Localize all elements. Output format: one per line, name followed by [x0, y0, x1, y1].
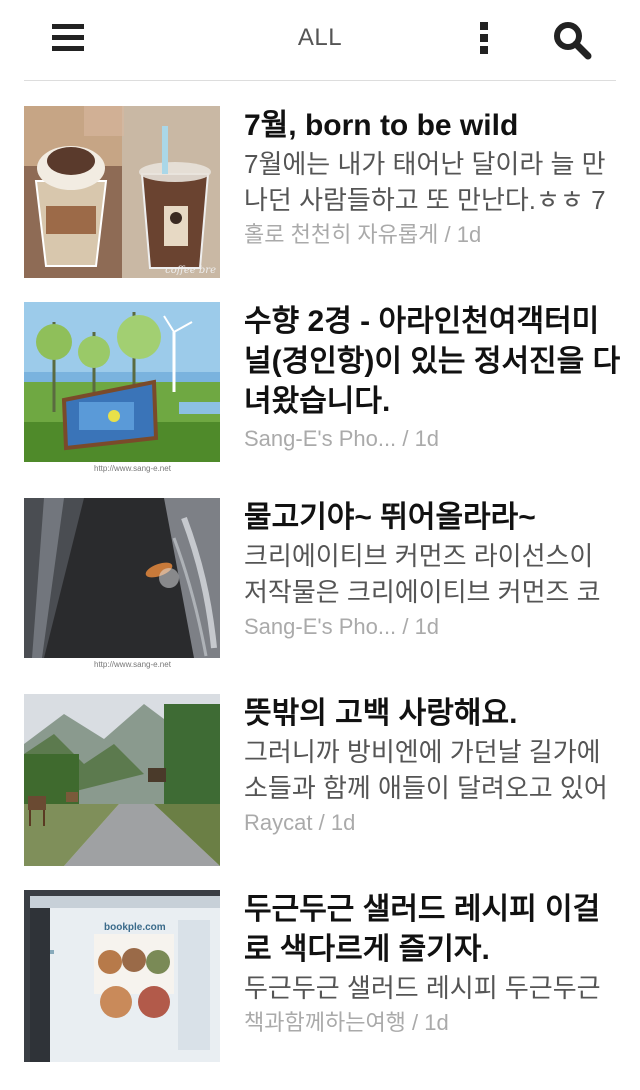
- page-title[interactable]: ALL: [260, 24, 380, 52]
- meta-separator: /: [444, 222, 451, 247]
- article-headline[interactable]: 뜻밖의 고백 사랑해요.: [244, 694, 624, 734]
- article-thumbnail[interactable]: http://www.sang-e.net: [24, 498, 220, 670]
- article-thumbnail[interactable]: [24, 694, 220, 866]
- article-age: 1d: [424, 1010, 449, 1035]
- article-text[interactable]: 7월, born to be wild 7월에는 내가 태어난 달이라 늘 만나…: [244, 106, 624, 250]
- article-source: 홀로 천천히 자유롭게: [244, 222, 439, 247]
- meta-separator: /: [318, 810, 325, 835]
- article-headline[interactable]: 물고기야~ 뛰어올라라~: [244, 498, 624, 538]
- feed-item[interactable]: coffee bre 7월, born to be wild 7월에는 내가 태…: [0, 82, 640, 278]
- article-meta: 홀로 천천히 자유롭게 / 1d: [244, 220, 624, 250]
- article-headline[interactable]: 두근두근 샐러드 레시피 이걸로 색다르게 즐기자.: [244, 890, 624, 970]
- feed-item[interactable]: http://www.sang-e.net 수향 2경 - 아라인천여객터미널(…: [0, 278, 640, 474]
- meta-separator: /: [402, 426, 409, 451]
- thumbnail-caption: http://www.sang-e.net: [94, 660, 171, 669]
- article-snippet: 7월에는 내가 태어난 달이라 늘 만나던 사람들하고 또 만난다.ㅎㅎ 7: [244, 149, 606, 215]
- article-source: Sang-E's Pho...: [244, 426, 397, 451]
- top-bar: ALL: [0, 0, 640, 80]
- article-headline[interactable]: 7월, born to be wild: [244, 106, 624, 146]
- article-meta: Sang-E's Pho... / 1d: [244, 424, 624, 454]
- article-text[interactable]: 뜻밖의 고백 사랑해요. 그러니까 방비엔에 가던날 길가에 소들과 함께 애들…: [244, 694, 624, 838]
- article-age: 1d: [414, 614, 440, 639]
- article-text[interactable]: 수향 2경 - 아라인천여객터미널(경인항)이 있는 정서진을 다녀왔습니다. …: [244, 302, 624, 454]
- feed-item[interactable]: http://www.sang-e.net 물고기야~ 뛰어올라라~ 크리에이티…: [0, 474, 640, 670]
- article-thumbnail[interactable]: coffee bre: [24, 106, 220, 278]
- header-divider: [24, 80, 616, 81]
- thumbnail-caption: http://www.sang-e.net: [94, 464, 171, 473]
- article-age: 1d: [330, 810, 356, 835]
- article-snippet: 크리에이티브 커먼즈 라이선스이 저작물은 크리에이티브 커먼즈 코: [244, 541, 601, 607]
- hamburger-menu-icon[interactable]: [52, 22, 84, 54]
- feed-item[interactable]: 뜻밖의 고백 사랑해요. 그러니까 방비엔에 가던날 길가에 소들과 함께 애들…: [0, 670, 640, 866]
- article-thumbnail[interactable]: http://www.sang-e.net: [24, 302, 220, 474]
- thumbnail-caption: coffee bre: [165, 265, 216, 276]
- meta-separator: /: [402, 614, 409, 639]
- article-snippet: 두근두근 샐러드 레시피 두근두근: [244, 973, 601, 1003]
- article-thumbnail[interactable]: bookple.com: [24, 890, 220, 1062]
- thumbnail-caption: bookple.com: [104, 922, 166, 933]
- article-meta: Sang-E's Pho... / 1d: [244, 612, 624, 642]
- article-source: 책과함께하는여행: [244, 1010, 406, 1035]
- feed-item[interactable]: bookple.com 두근두근 샐러드 레시피 이걸로 색다르게 즐기자. 두…: [0, 866, 640, 1062]
- article-headline[interactable]: 수향 2경 - 아라인천여객터미널(경인항)이 있는 정서진을 다녀왔습니다.: [244, 302, 624, 422]
- article-meta: Raycat / 1d: [244, 808, 624, 838]
- article-age: 1d: [414, 426, 440, 451]
- article-source: Sang-E's Pho...: [244, 614, 397, 639]
- article-source: Raycat: [244, 810, 313, 835]
- article-snippet: 그러니까 방비엔에 가던날 길가에 소들과 함께 애들이 달려오고 있어: [244, 737, 608, 803]
- meta-separator: /: [412, 1010, 419, 1035]
- vertical-dots-icon[interactable]: [478, 20, 490, 56]
- article-text[interactable]: 물고기야~ 뛰어올라라~ 크리에이티브 커먼즈 라이선스이 저작물은 크리에이티…: [244, 498, 624, 642]
- article-text[interactable]: 두근두근 샐러드 레시피 이걸로 색다르게 즐기자. 두근두근 샐러드 레시피 …: [244, 890, 624, 1038]
- article-meta: 책과함께하는여행 / 1d: [244, 1008, 624, 1038]
- search-icon[interactable]: [552, 20, 592, 60]
- article-age: 1d: [456, 222, 482, 247]
